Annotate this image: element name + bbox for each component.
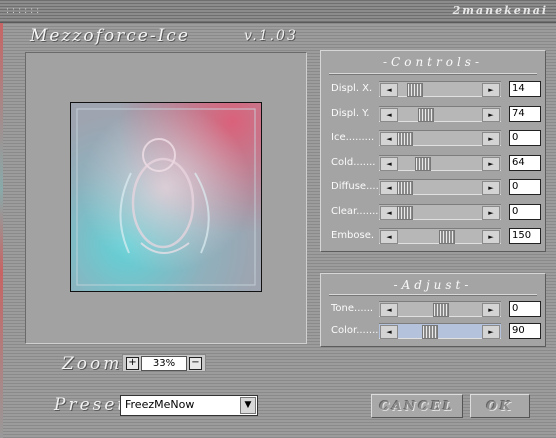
arrow-right-icon[interactable]: ► [482, 325, 500, 339]
arrow-right-icon[interactable]: ► [482, 107, 500, 122]
arrow-left-icon[interactable]: ◄ [380, 181, 398, 195]
slider-thumb[interactable] [417, 107, 434, 122]
preset-label: Preset [54, 395, 128, 415]
preset-value: FreezMeNow [125, 398, 195, 411]
arrow-left-icon[interactable]: ◄ [380, 205, 398, 220]
slider-label: Displ. X. [331, 83, 373, 94]
slider-value-input[interactable]: 64 [509, 154, 541, 171]
zoom-value[interactable]: 33% [141, 356, 187, 371]
arrow-right-icon[interactable]: ► [482, 181, 500, 195]
slider-value-input[interactable]: 0 [509, 130, 541, 146]
slider-thumb[interactable] [439, 230, 456, 244]
slider-track[interactable]: ◄ ► [379, 323, 501, 339]
ok-button[interactable]: OK [470, 394, 530, 418]
slider-row: Color....... ◄ ► 90 [321, 323, 545, 339]
slider-row: Diffuse.... ◄ ► 0 [321, 179, 545, 195]
slider-track[interactable]: ◄ ► [379, 179, 501, 195]
controls-divider [329, 73, 537, 75]
slider-row: Cold....... ◄ ► 64 [321, 154, 545, 171]
slider-label: Cold....... [331, 156, 376, 168]
slider-thumb[interactable] [433, 303, 449, 317]
controls-panel: -Controls- Displ. X. ◄ ► 14 Displ. Y. ◄ ► 74 Ice… [320, 50, 546, 252]
slider-track[interactable]: ◄ ► [379, 154, 501, 171]
slider-track[interactable]: ◄ ► [379, 203, 501, 220]
slider-row: Clear....... ◄ ► 0 [321, 203, 545, 220]
arrow-right-icon[interactable]: ► [482, 230, 500, 244]
slider-thumb[interactable] [397, 205, 413, 220]
arrow-left-icon[interactable]: ◄ [380, 132, 398, 146]
arrow-left-icon[interactable]: ◄ [380, 156, 398, 171]
arrow-left-icon[interactable]: ◄ [380, 230, 398, 244]
slider-thumb[interactable] [415, 156, 431, 171]
arrow-left-icon[interactable]: ◄ [380, 325, 398, 339]
zoom-label: Zoom [62, 354, 123, 374]
zoom-out-button[interactable]: − [189, 357, 202, 370]
slider-row: Tone...... ◄ ► 0 [321, 301, 545, 317]
slider-label: Diffuse.... [331, 181, 379, 192]
preview-image-art [71, 103, 261, 291]
slider-track[interactable]: ◄ ► [379, 130, 501, 146]
slider-row: Ice......... ◄ ► 0 [321, 130, 545, 146]
zoom-control: + 33% − [122, 354, 206, 372]
slider-track[interactable]: ◄ ► [379, 228, 501, 244]
slider-thumb[interactable] [397, 181, 413, 195]
arrow-left-icon[interactable]: ◄ [380, 303, 398, 317]
slider-thumb[interactable] [397, 132, 413, 146]
arrow-right-icon[interactable]: ► [482, 205, 500, 220]
slider-track[interactable]: ◄ ► [379, 105, 501, 122]
slider-row: Displ. Y. ◄ ► 74 [321, 105, 545, 122]
slider-label: Embose. [331, 230, 375, 241]
slider-track[interactable]: ◄ ► [379, 81, 501, 97]
app-title: Mezzoforce-Ice [30, 26, 190, 46]
arrow-left-icon[interactable]: ◄ [380, 107, 398, 122]
adjust-title: -Adjust- [393, 278, 473, 292]
app-version: v.1.03 [244, 28, 298, 44]
slider-value-input[interactable]: 90 [509, 323, 541, 339]
arrow-right-icon[interactable]: ► [482, 156, 500, 171]
slider-track[interactable]: ◄ ► [379, 301, 501, 317]
preview-image[interactable] [70, 102, 262, 292]
slider-label: Color....... [331, 325, 379, 336]
arrow-left-icon[interactable]: ◄ [380, 83, 398, 97]
arrow-right-icon[interactable]: ► [482, 132, 500, 146]
preset-dropdown[interactable]: FreezMeNow ▼ [120, 395, 258, 416]
slider-thumb[interactable] [422, 325, 439, 339]
desktop-edge [0, 23, 3, 438]
slider-row: Embose. ◄ ► 150 [321, 228, 545, 244]
slider-row: Displ. X. ◄ ► 14 [321, 81, 545, 97]
slider-thumb[interactable] [407, 83, 424, 97]
controls-title: -Controls- [382, 55, 484, 69]
arrow-right-icon[interactable]: ► [482, 303, 500, 317]
author-name: 2manekenai [452, 4, 548, 17]
slider-label: Tone...... [331, 303, 374, 314]
adjust-divider [329, 294, 537, 296]
chevron-down-icon[interactable]: ▼ [240, 397, 256, 414]
adjust-panel: -Adjust- Tone...... ◄ ► 0 Color....... ◄ ► 90 [320, 273, 546, 347]
slider-label: Clear....... [331, 205, 379, 217]
slider-label: Ice......... [331, 132, 375, 143]
slider-value-input[interactable]: 0 [509, 301, 541, 317]
slider-value-input[interactable]: 0 [509, 179, 541, 195]
zoom-in-button[interactable]: + [126, 357, 139, 370]
slider-value-input[interactable]: 74 [509, 105, 541, 122]
slider-label: Displ. Y. [331, 107, 370, 119]
arrow-right-icon[interactable]: ► [482, 83, 500, 97]
slider-value-input[interactable]: 0 [509, 203, 541, 220]
cancel-button[interactable]: CANCEL [371, 394, 463, 418]
slider-value-input[interactable]: 14 [509, 81, 541, 97]
drag-grip[interactable]: :::::: [6, 6, 42, 16]
slider-value-input[interactable]: 150 [509, 228, 541, 244]
title-bar[interactable]: :::::: 2manekenai [0, 0, 556, 23]
